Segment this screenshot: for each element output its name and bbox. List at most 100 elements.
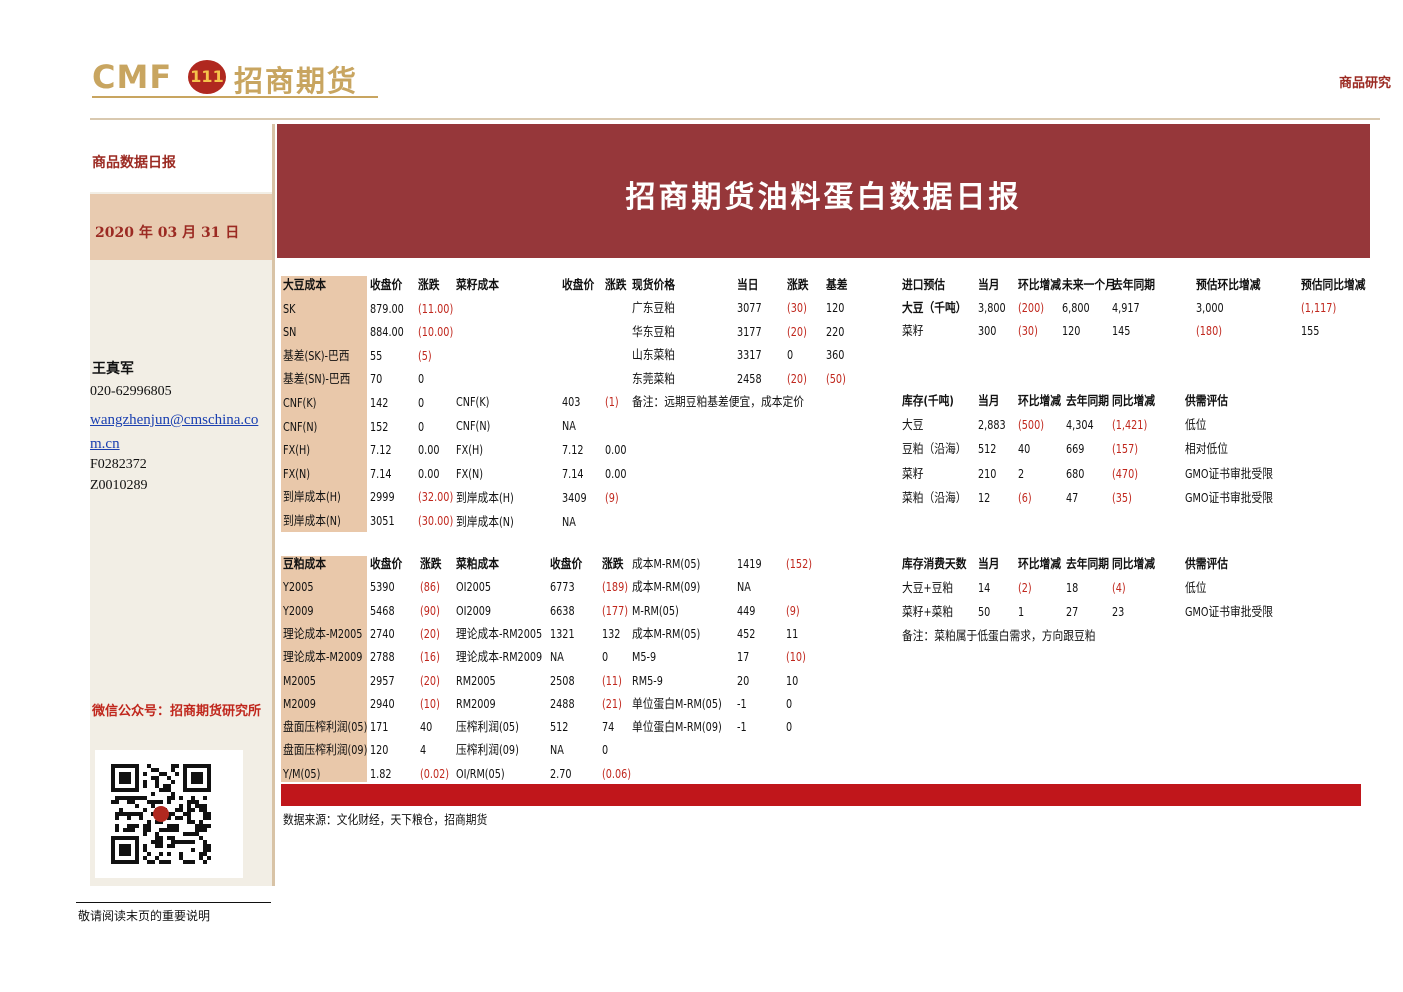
- rapeseed_cost-cell: 0.00: [605, 466, 627, 481]
- spreads-cell: 0: [786, 695, 793, 711]
- spot-cell: 0: [787, 347, 794, 363]
- spot-cell: 2458: [737, 370, 762, 386]
- logo-en: CMF: [92, 58, 173, 96]
- inventory-cell: 菜籽: [902, 465, 924, 481]
- import_forecast-cell: 155: [1301, 323, 1320, 338]
- meal_cost-cell: 1.82: [370, 765, 392, 781]
- spreads-cell: 成本M-RM(09): [632, 579, 701, 595]
- analyst-email-link[interactable]: wangzhenjun@cmschina.com.cn: [90, 408, 270, 456]
- import_forecast-cell: (200): [1018, 300, 1045, 315]
- footer-divider: [76, 902, 271, 903]
- inventory-header: 供需评估: [1185, 393, 1229, 408]
- inventory_days-header: 同比增减: [1112, 556, 1156, 571]
- inventory-header: 库存(千吨): [902, 393, 954, 408]
- soy_cost-header: 收盘价: [370, 277, 403, 292]
- inventory_days-header: 库存消费天数: [902, 556, 967, 571]
- inventory_days-header: 当月: [978, 556, 1000, 571]
- spot-header: 基差: [826, 277, 848, 292]
- rapemeal_cost-cell: (21): [602, 695, 622, 711]
- inventory-cell: 12: [978, 489, 991, 505]
- spreads-cell: -1: [737, 695, 747, 711]
- rapemeal_cost-cell: OI2009: [456, 602, 492, 618]
- rapemeal_cost-cell: 6638: [550, 602, 575, 618]
- meal_cost-cell: 5390: [370, 579, 395, 595]
- inventory-cell: 40: [1018, 441, 1031, 457]
- spot-cell: (20): [787, 323, 807, 339]
- meal_cost-cell: 2957: [370, 672, 395, 688]
- rapemeal_cost-cell: 132: [602, 625, 621, 641]
- spot-header: 现货价格: [632, 277, 676, 292]
- rapemeal_cost-cell: 512: [550, 719, 569, 735]
- inventory-cell: (6): [1018, 489, 1032, 505]
- import_forecast-header: 进口预估: [902, 277, 946, 292]
- spot-cell: 120: [826, 300, 845, 316]
- spreads-cell: 单位蛋白M-RM(09): [632, 719, 722, 735]
- inventory-cell: 512: [978, 441, 997, 457]
- company-logo: CMF 111 招商期货: [92, 56, 382, 100]
- soy_cost-cell: 55: [370, 347, 383, 363]
- analyst-license-2: Z0010289: [90, 478, 148, 493]
- import_forecast-header: 环比增减: [1018, 277, 1062, 292]
- soy_cost-cell: 0.00: [418, 465, 440, 481]
- spreads-cell: 449: [737, 602, 756, 618]
- import_forecast-cell: (1,117): [1301, 300, 1337, 315]
- spreads-cell: M-RM(05): [632, 602, 679, 618]
- import_forecast-cell: 菜籽: [902, 323, 924, 338]
- soy_cost-cell: CNF(K): [283, 395, 317, 410]
- soy_cost-cell: CNF(N): [283, 418, 318, 434]
- inventory_days-cell: 50: [978, 604, 991, 619]
- inventory-cell: (500): [1018, 417, 1045, 433]
- meal_cost-cell: (10): [420, 695, 440, 711]
- qr-code-icon: [95, 750, 243, 878]
- soy_cost-cell: 0: [418, 395, 425, 410]
- spot-cell: 广东豆粕: [632, 300, 676, 316]
- meal_cost-cell: (16): [420, 649, 440, 665]
- inventory-cell: (1,421): [1112, 417, 1148, 433]
- rapeseed_cost-cell: CNF(N): [456, 418, 491, 433]
- inventory_days-cell: 27: [1066, 604, 1079, 619]
- import_forecast-cell: 300: [978, 323, 997, 338]
- inventory_days-cell: (4): [1112, 580, 1126, 595]
- soy_cost-cell: SN: [283, 324, 297, 340]
- spot-cell: 山东菜粕: [632, 347, 676, 363]
- spreads-cell: (9): [786, 602, 800, 618]
- soy_cost-cell: SK: [283, 300, 296, 316]
- inventory-cell: GMO证书审批受限: [1185, 489, 1273, 505]
- meal_cost-cell: M2009: [283, 695, 316, 711]
- rapemeal_cost-header: 菜粕成本: [456, 556, 500, 571]
- rapemeal_cost-cell: RM2009: [456, 695, 496, 711]
- meal_cost-header: 豆粕成本: [283, 556, 327, 571]
- spot-header: 当日: [737, 277, 759, 292]
- meal_cost-cell: 5468: [370, 602, 395, 618]
- import_forecast-cell: (30): [1018, 323, 1038, 338]
- rapemeal_cost-cell: 压榨利润(05): [456, 719, 519, 735]
- inventory-cell: 豆粕（沿海）: [902, 441, 967, 457]
- rapemeal_cost-header: 涨跌: [602, 556, 624, 571]
- soy_cost-cell: 基差(SK)-巴西: [283, 347, 350, 363]
- spreads-cell: RM5-9: [632, 672, 663, 688]
- spreads-cell: M5-9: [632, 649, 657, 665]
- meal_cost-cell: 理论成本-M2009: [283, 649, 363, 665]
- footer-note: 敬请阅读末页的重要说明: [78, 909, 211, 923]
- report-title: 招商期货油料蛋白数据日报: [625, 180, 1022, 215]
- import_forecast-cell: 3,800: [978, 300, 1006, 315]
- rapemeal_cost-cell: 理论成本-RM2005: [456, 625, 543, 641]
- inventory-header: 当月: [978, 393, 1000, 408]
- spreads-cell: 452: [737, 625, 756, 641]
- rapemeal_cost-cell: (189): [602, 579, 629, 595]
- rapemeal_cost-cell: 压榨利润(09): [456, 742, 519, 758]
- inventory_days-header: 环比增减: [1018, 556, 1062, 571]
- spreads-cell: -1: [737, 719, 747, 735]
- spot-cell: (30): [787, 300, 807, 316]
- rapemeal_cost-cell: RM2005: [456, 672, 496, 688]
- inventory-cell: 大豆: [902, 417, 924, 433]
- rapeseed_cost-cell: FX(N): [456, 466, 483, 481]
- meal_cost-cell: M2005: [283, 672, 316, 688]
- rapemeal_cost-cell: (0.06): [602, 765, 632, 781]
- rapeseed_cost-header: 收盘价: [562, 277, 595, 292]
- inventory_days-cell: (2): [1018, 580, 1032, 595]
- analyst-license-1: F0282372: [90, 457, 147, 472]
- import_forecast-header: 预估环比增减: [1196, 277, 1261, 292]
- soy_cost-cell: 879.00: [370, 300, 404, 316]
- rapemeal_cost-cell: 2.70: [550, 765, 572, 781]
